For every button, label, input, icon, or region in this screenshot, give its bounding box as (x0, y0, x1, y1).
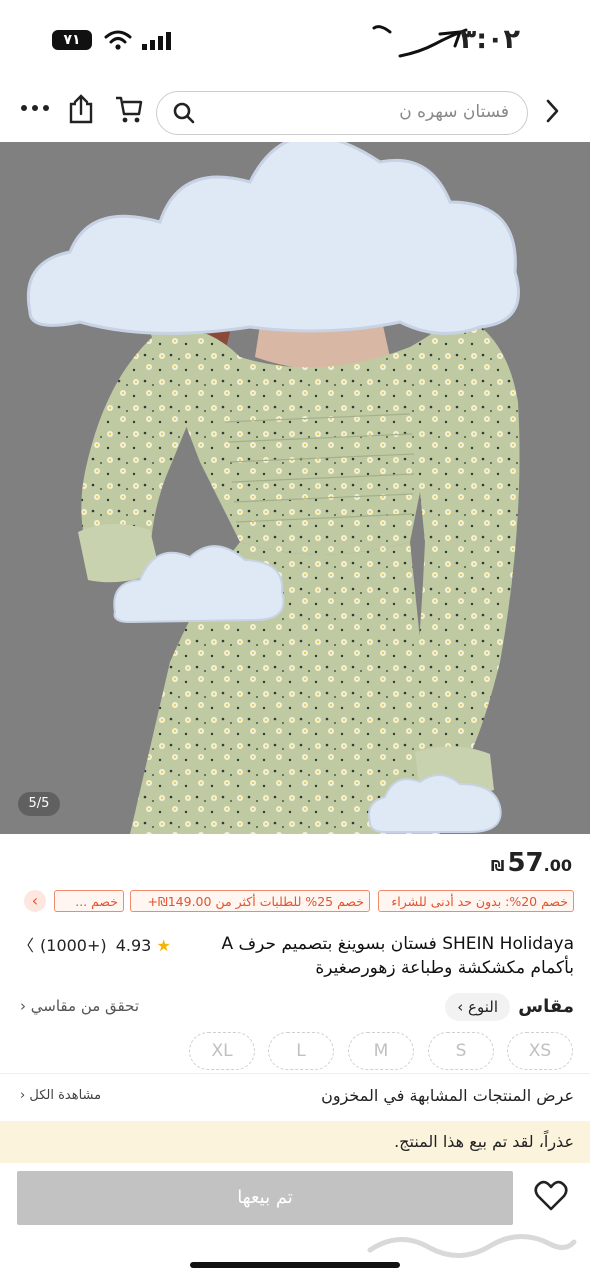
price: ₪ 57.00 (491, 848, 572, 878)
chevron-left-icon[interactable]: ‹ (24, 890, 46, 912)
star-icon: ★ (156, 936, 171, 955)
similar-products-title: عرض المنتجات المشابهة في المخزون (321, 1086, 574, 1105)
clock: ٣:٠٢ (459, 24, 520, 55)
promo-tag-3[interactable]: خصم ... (54, 890, 124, 912)
search-placeholder: فستان سهره ن (399, 102, 509, 122)
product-image[interactable] (0, 142, 590, 834)
view-all-label: مشاهدة الكل (29, 1088, 102, 1103)
sold-out-banner: عذراً، لقد تم بيع هذا المنتج. (0, 1121, 590, 1163)
cart-icon[interactable] (114, 94, 144, 124)
home-indicator (190, 1262, 400, 1268)
back-chevron-icon[interactable] (544, 98, 560, 124)
promo-tag-1[interactable]: خصم 20%: بدون حد أدنى للشراء (378, 890, 574, 912)
promo-tag-2[interactable]: خصم 25% للطلبات أكثر من 149.00₪+ (130, 890, 370, 912)
rating-value: 4.93 (115, 936, 152, 955)
battery-icon: ٧١ (52, 30, 92, 50)
chevron-left-icon: ‹ (20, 997, 26, 1015)
price-decimal: .00 (543, 856, 572, 875)
image-counter: 5/5 (18, 792, 60, 816)
chevron-right-icon: › (457, 998, 464, 1016)
search-icon[interactable] (173, 102, 195, 124)
share-icon[interactable] (68, 94, 94, 124)
watermark-logo (367, 1233, 577, 1259)
size-label: مقاس (518, 996, 574, 1017)
size-option-s[interactable]: S (428, 1032, 494, 1070)
divider (0, 1073, 590, 1074)
more-icon[interactable] (20, 102, 50, 114)
rating[interactable]: 〈 (1000+) 4.93 ★ (18, 932, 171, 956)
wifi-icon (104, 30, 132, 50)
product-title: SHEIN Holidaya فستان بسوينغ بتصميم حرف A… (221, 934, 574, 978)
signal-icon (142, 32, 171, 50)
chevron-left-icon: ‹ (20, 1088, 26, 1103)
size-option-l[interactable]: L (268, 1032, 334, 1070)
similar-products-row[interactable]: عرض المنتجات المشابهة في المخزون مشاهدة … (0, 1076, 590, 1120)
type-label: النوع (468, 998, 498, 1016)
dress-illustration (0, 142, 590, 834)
check-my-size-link[interactable]: تحقق من مقاسي ‹ (20, 997, 139, 1015)
price-int: 57 (507, 848, 544, 878)
heart-icon[interactable] (534, 1180, 568, 1212)
top-bar: فستان سهره ن (0, 80, 590, 142)
size-option-m[interactable]: M (348, 1032, 414, 1070)
rating-count: (1000+) (40, 936, 107, 955)
search-input[interactable]: فستان سهره ن (156, 91, 528, 135)
status-bar: ٧١ ٣:٠٢ (0, 0, 590, 80)
size-option-xl[interactable]: XL (189, 1032, 255, 1070)
type-selector[interactable]: النوع › (445, 993, 510, 1021)
sold-out-message: عذراً، لقد تم بيع هذا المنتج. (394, 1132, 574, 1151)
scribble-mark (372, 25, 468, 58)
view-all-link[interactable]: مشاهدة الكل ‹ (20, 1088, 101, 1103)
size-option-xs[interactable]: XS (507, 1032, 573, 1070)
check-size-label: تحقق من مقاسي (30, 997, 139, 1015)
price-currency: ₪ (490, 857, 505, 875)
sold-out-button[interactable]: تم بيعها (17, 1171, 513, 1225)
chevron-left-icon[interactable]: 〈 (18, 936, 34, 955)
